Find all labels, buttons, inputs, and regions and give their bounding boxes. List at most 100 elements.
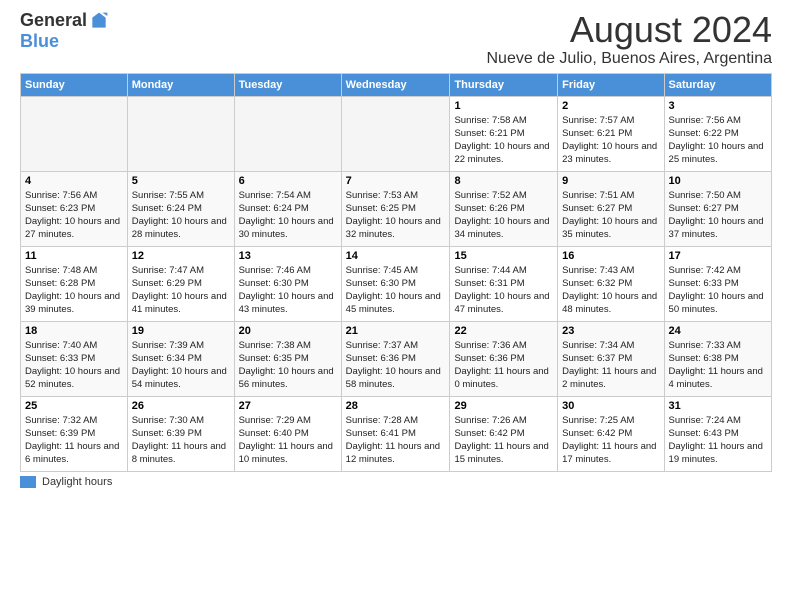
day-number: 6 bbox=[239, 175, 337, 187]
table-row: 29 Sunrise: 7:26 AMSunset: 6:42 PMDayligh… bbox=[450, 396, 558, 471]
table-row: 21Sunrise: 7:37 AMSunset: 6:36 PMDayligh… bbox=[341, 321, 450, 396]
day-number: 15 bbox=[454, 250, 553, 262]
day-number: 14 bbox=[346, 250, 446, 262]
day-info: Sunrise: 7:40 AMSunset: 6:33 PMDaylight:… bbox=[25, 339, 123, 392]
table-row: 28 Sunrise: 7:28 AMSunset: 6:41 PMDayligh… bbox=[341, 396, 450, 471]
table-row: 26Sunrise: 7:30 AMSunset: 6:39 PMDayligh… bbox=[127, 396, 234, 471]
table-row: 11 Sunrise: 7:48 AMSunset: 6:28 PMDayligh… bbox=[21, 246, 128, 321]
day-info: Sunrise: 7:26 AMSunset: 6:42 PMDaylight:… bbox=[454, 414, 553, 467]
legend-color-box bbox=[20, 476, 36, 488]
header-saturday: Saturday bbox=[664, 73, 771, 96]
legend-label: Daylight hours bbox=[42, 476, 112, 488]
table-row: 8Sunrise: 7:52 AMSunset: 6:26 PMDaylight… bbox=[450, 171, 558, 246]
table-row: 25Sunrise: 7:32 AMSunset: 6:39 PMDayligh… bbox=[21, 396, 128, 471]
table-row: 9Sunrise: 7:51 AMSunset: 6:27 PMDaylight… bbox=[558, 171, 664, 246]
day-info: Sunrise: 7:39 AMSunset: 6:34 PMDaylight:… bbox=[132, 339, 230, 392]
table-row: 13 Sunrise: 7:46 AMSunset: 6:30 PMDayligh… bbox=[234, 246, 341, 321]
day-number: 10 bbox=[669, 175, 767, 187]
header-thursday: Thursday bbox=[450, 73, 558, 96]
calendar-week-row: 18 Sunrise: 7:40 AMSunset: 6:33 PMDayligh… bbox=[21, 321, 772, 396]
day-info: Sunrise: 7:52 AMSunset: 6:26 PMDaylight:… bbox=[454, 189, 553, 242]
day-info: Sunrise: 7:33 AMSunset: 6:38 PMDaylight:… bbox=[669, 339, 767, 392]
table-row bbox=[21, 96, 128, 171]
header: General Blue August 2024 Nueve de Julio,… bbox=[0, 0, 792, 73]
table-row bbox=[127, 96, 234, 171]
table-row: 14 Sunrise: 7:45 AMSunset: 6:30 PMDayligh… bbox=[341, 246, 450, 321]
table-row: 1Sunrise: 7:58 AMSunset: 6:21 PMDaylight… bbox=[450, 96, 558, 171]
legend: Daylight hours bbox=[0, 472, 792, 492]
day-number: 28 bbox=[346, 400, 446, 412]
page-subtitle: Nueve de Julio, Buenos Aires, Argentina bbox=[486, 50, 772, 68]
day-number: 24 bbox=[669, 325, 767, 337]
day-number: 7 bbox=[346, 175, 446, 187]
table-row: 20Sunrise: 7:38 AMSunset: 6:35 PMDayligh… bbox=[234, 321, 341, 396]
day-info: Sunrise: 7:50 AMSunset: 6:27 PMDaylight:… bbox=[669, 189, 767, 242]
table-row: 7 Sunrise: 7:53 AMSunset: 6:25 PMDaylight… bbox=[341, 171, 450, 246]
calendar-week-row: 4 Sunrise: 7:56 AMSunset: 6:23 PMDaylight… bbox=[21, 171, 772, 246]
table-row: 30Sunrise: 7:25 AMSunset: 6:42 PMDayligh… bbox=[558, 396, 664, 471]
table-row: 10 Sunrise: 7:50 AMSunset: 6:27 PMDayligh… bbox=[664, 171, 771, 246]
day-number: 29 bbox=[454, 400, 553, 412]
day-info: Sunrise: 7:30 AMSunset: 6:39 PMDaylight:… bbox=[132, 414, 230, 467]
table-row bbox=[234, 96, 341, 171]
table-row: 5Sunrise: 7:55 AMSunset: 6:24 PMDaylight… bbox=[127, 171, 234, 246]
day-info: Sunrise: 7:53 AMSunset: 6:25 PMDaylight:… bbox=[346, 189, 446, 242]
header-sunday: Sunday bbox=[21, 73, 128, 96]
table-row: 19 Sunrise: 7:39 AMSunset: 6:34 PMDayligh… bbox=[127, 321, 234, 396]
day-number: 2 bbox=[562, 100, 659, 112]
page-container: General Blue August 2024 Nueve de Julio,… bbox=[0, 0, 792, 492]
page-title: August 2024 bbox=[486, 10, 772, 50]
day-number: 23 bbox=[562, 325, 659, 337]
table-row: 27Sunrise: 7:29 AMSunset: 6:40 PMDayligh… bbox=[234, 396, 341, 471]
day-info: Sunrise: 7:34 AMSunset: 6:37 PMDaylight:… bbox=[562, 339, 659, 392]
day-info: Sunrise: 7:47 AMSunset: 6:29 PMDaylight:… bbox=[132, 264, 230, 317]
calendar-table: Sunday Monday Tuesday Wednesday Thursday… bbox=[20, 73, 772, 472]
table-row: 2 Sunrise: 7:57 AMSunset: 6:21 PMDaylight… bbox=[558, 96, 664, 171]
table-row: 15Sunrise: 7:44 AMSunset: 6:31 PMDayligh… bbox=[450, 246, 558, 321]
day-number: 17 bbox=[669, 250, 767, 262]
day-number: 11 bbox=[25, 250, 123, 262]
day-number: 22 bbox=[454, 325, 553, 337]
day-number: 4 bbox=[25, 175, 123, 187]
table-row: 16Sunrise: 7:43 AMSunset: 6:32 PMDayligh… bbox=[558, 246, 664, 321]
day-number: 21 bbox=[346, 325, 446, 337]
day-info: Sunrise: 7:28 AMSunset: 6:41 PMDaylight:… bbox=[346, 414, 446, 467]
day-info: Sunrise: 7:51 AMSunset: 6:27 PMDaylight:… bbox=[562, 189, 659, 242]
day-info: Sunrise: 7:42 AMSunset: 6:33 PMDaylight:… bbox=[669, 264, 767, 317]
calendar-week-row: 1Sunrise: 7:58 AMSunset: 6:21 PMDaylight… bbox=[21, 96, 772, 171]
table-row: 4 Sunrise: 7:56 AMSunset: 6:23 PMDaylight… bbox=[21, 171, 128, 246]
logo-icon bbox=[89, 11, 109, 31]
day-number: 18 bbox=[25, 325, 123, 337]
table-row: 31Sunrise: 7:24 AMSunset: 6:43 PMDayligh… bbox=[664, 396, 771, 471]
day-info: Sunrise: 7:46 AMSunset: 6:30 PMDaylight:… bbox=[239, 264, 337, 317]
day-number: 30 bbox=[562, 400, 659, 412]
day-number: 13 bbox=[239, 250, 337, 262]
day-number: 12 bbox=[132, 250, 230, 262]
day-info: Sunrise: 7:58 AMSunset: 6:21 PMDaylight:… bbox=[454, 114, 553, 167]
table-row: 12 Sunrise: 7:47 AMSunset: 6:29 PMDayligh… bbox=[127, 246, 234, 321]
table-row: 22Sunrise: 7:36 AMSunset: 6:36 PMDayligh… bbox=[450, 321, 558, 396]
day-info: Sunrise: 7:48 AMSunset: 6:28 PMDaylight:… bbox=[25, 264, 123, 317]
table-row: 3Sunrise: 7:56 AMSunset: 6:22 PMDaylight… bbox=[664, 96, 771, 171]
day-number: 19 bbox=[132, 325, 230, 337]
table-row bbox=[341, 96, 450, 171]
day-info: Sunrise: 7:57 AMSunset: 6:21 PMDaylight:… bbox=[562, 114, 659, 167]
logo: General Blue bbox=[20, 10, 109, 52]
day-info: Sunrise: 7:54 AMSunset: 6:24 PMDaylight:… bbox=[239, 189, 337, 242]
table-row: 24 Sunrise: 7:33 AMSunset: 6:38 PMDayligh… bbox=[664, 321, 771, 396]
day-info: Sunrise: 7:32 AMSunset: 6:39 PMDaylight:… bbox=[25, 414, 123, 467]
day-info: Sunrise: 7:24 AMSunset: 6:43 PMDaylight:… bbox=[669, 414, 767, 467]
calendar-header-row: Sunday Monday Tuesday Wednesday Thursday… bbox=[21, 73, 772, 96]
day-info: Sunrise: 7:43 AMSunset: 6:32 PMDaylight:… bbox=[562, 264, 659, 317]
table-row: 23 Sunrise: 7:34 AMSunset: 6:37 PMDayligh… bbox=[558, 321, 664, 396]
table-row: 18 Sunrise: 7:40 AMSunset: 6:33 PMDayligh… bbox=[21, 321, 128, 396]
header-monday: Monday bbox=[127, 73, 234, 96]
header-tuesday: Tuesday bbox=[234, 73, 341, 96]
day-number: 5 bbox=[132, 175, 230, 187]
header-friday: Friday bbox=[558, 73, 664, 96]
day-info: Sunrise: 7:45 AMSunset: 6:30 PMDaylight:… bbox=[346, 264, 446, 317]
calendar-week-row: 11 Sunrise: 7:48 AMSunset: 6:28 PMDayligh… bbox=[21, 246, 772, 321]
calendar-week-row: 25Sunrise: 7:32 AMSunset: 6:39 PMDayligh… bbox=[21, 396, 772, 471]
day-info: Sunrise: 7:56 AMSunset: 6:23 PMDaylight:… bbox=[25, 189, 123, 242]
table-row: 6 Sunrise: 7:54 AMSunset: 6:24 PMDaylight… bbox=[234, 171, 341, 246]
